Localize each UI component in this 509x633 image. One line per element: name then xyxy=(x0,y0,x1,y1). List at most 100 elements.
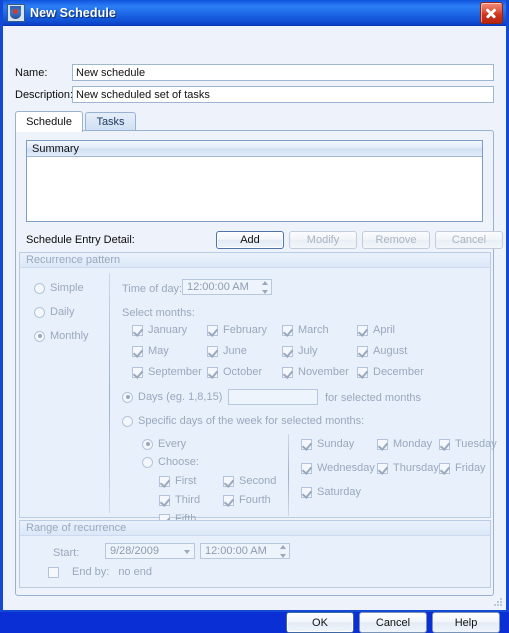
ok-button[interactable]: OK xyxy=(286,612,354,633)
ordinal-checkbox-first[interactable]: First xyxy=(159,475,196,487)
ordinal-checkbox-third[interactable]: Third xyxy=(159,494,200,506)
days-suffix-label: for selected months xyxy=(325,392,421,404)
weekday-checkbox-saturday[interactable]: Saturday xyxy=(301,486,361,498)
every-radio-option[interactable]: Every xyxy=(142,438,186,450)
checkbox-first-icon xyxy=(159,475,170,487)
pattern-radio-simple[interactable]: Simple xyxy=(34,282,84,294)
checkbox-wednesday-icon xyxy=(301,462,312,474)
checkbox-fourth-icon xyxy=(223,494,234,506)
weekday-checkbox-thursday[interactable]: Thursday xyxy=(377,462,439,474)
checkbox-thursday-icon xyxy=(377,462,388,474)
app-shield-icon xyxy=(7,3,25,22)
month-checkbox-october[interactable]: October xyxy=(207,366,262,378)
start-time-value: 12:00:00 AM xyxy=(205,545,267,557)
weekday-checkbox-sunday[interactable]: Sunday xyxy=(301,438,354,450)
choose-label: Choose: xyxy=(158,456,199,468)
month-checkbox-december[interactable]: December xyxy=(357,366,424,378)
month-july-label: July xyxy=(298,345,318,357)
start-time-spinner[interactable] xyxy=(277,545,288,558)
title-bar[interactable]: New Schedule xyxy=(3,0,506,26)
start-label: Start: xyxy=(53,547,80,559)
specific-days-radio-option[interactable]: Specific days of the week for selected m… xyxy=(122,415,364,427)
weekday-checkbox-tuesday[interactable]: Tuesday xyxy=(439,438,497,450)
month-checkbox-april[interactable]: April xyxy=(357,324,395,336)
time-of-day-label: Time of day: xyxy=(122,283,183,295)
pattern-radio-daily[interactable]: Daily xyxy=(34,306,74,318)
month-checkbox-february[interactable]: February xyxy=(207,324,267,336)
choose-radio-option[interactable]: Choose: xyxy=(142,456,199,468)
description-row: Description: xyxy=(15,86,494,103)
checkbox-february-icon xyxy=(207,324,218,336)
summary-column-header[interactable]: Summary xyxy=(27,141,482,157)
ordinal-checkbox-second[interactable]: Second xyxy=(223,475,276,487)
description-input[interactable] xyxy=(72,86,494,103)
checkbox-saturday-icon xyxy=(301,486,312,498)
time-of-day-spinner[interactable] xyxy=(259,281,270,294)
panel-divider-left xyxy=(109,273,110,513)
month-december-label: December xyxy=(373,366,424,378)
radio-every-icon xyxy=(142,438,153,450)
window-title: New Schedule xyxy=(30,5,116,20)
month-january-label: January xyxy=(148,324,188,336)
start-time-spinner-input[interactable]: 12:00:00 AM xyxy=(200,543,290,559)
month-checkbox-january[interactable]: January xyxy=(132,324,187,336)
month-february-label: February xyxy=(223,324,268,336)
radio-days-icon xyxy=(122,391,133,403)
month-checkbox-july[interactable]: July xyxy=(282,345,318,357)
month-october-label: October xyxy=(223,366,263,378)
weekday-checkbox-wednesday[interactable]: Wednesday xyxy=(301,462,375,474)
recurrence-pattern-title: Recurrence pattern xyxy=(26,254,121,266)
month-checkbox-march[interactable]: March xyxy=(282,324,329,336)
ordinal-first-label: First xyxy=(175,475,197,487)
tab-tasks[interactable]: Tasks xyxy=(85,112,136,131)
range-of-recurrence-header: Range of recurrence xyxy=(20,521,490,536)
name-input[interactable] xyxy=(72,64,494,81)
ordinal-checkbox-fourth[interactable]: Fourth xyxy=(223,494,271,506)
cancel-entry-button: Cancel xyxy=(435,231,503,249)
ordinal-second-label: Second xyxy=(239,475,277,487)
month-august-label: August xyxy=(373,345,408,357)
month-november-label: November xyxy=(298,366,349,378)
new-schedule-dialog: New Schedule Name: Description: Schedule… xyxy=(0,0,509,633)
checkbox-august-icon xyxy=(357,345,368,357)
month-march-label: March xyxy=(298,324,329,336)
days-option-label: Days (eg. 1,8,15) xyxy=(138,391,223,403)
checkbox-november-icon xyxy=(282,366,293,378)
pattern-radio-monthly[interactable]: Monthly xyxy=(34,330,89,342)
end-by-checkbox[interactable]: End by: no end xyxy=(48,566,152,578)
month-september-label: September xyxy=(148,366,202,378)
add-button[interactable]: Add xyxy=(216,231,284,249)
checkbox-second-icon xyxy=(223,475,234,487)
month-checkbox-september[interactable]: September xyxy=(132,366,202,378)
days-input[interactable] xyxy=(228,389,318,405)
recurrence-pattern-header: Recurrence pattern xyxy=(20,253,490,268)
pattern-daily-label: Daily xyxy=(50,306,75,318)
summary-listbox[interactable]: Summary xyxy=(26,140,483,222)
radio-specific-days-icon xyxy=(122,415,133,427)
help-button[interactable]: Help xyxy=(432,612,500,633)
checkbox-may-icon xyxy=(132,345,143,357)
time-of-day-value: 12:00:00 AM xyxy=(187,281,249,293)
weekday-checkbox-monday[interactable]: Monday xyxy=(377,438,432,450)
chevron-down-icon[interactable] xyxy=(184,550,190,554)
month-checkbox-november[interactable]: November xyxy=(282,366,349,378)
days-radio-option[interactable]: Days (eg. 1,8,15) xyxy=(122,391,222,403)
cancel-button-label: Cancel xyxy=(375,616,411,629)
month-checkbox-august[interactable]: August xyxy=(357,345,407,357)
checkbox-monday-icon xyxy=(377,438,388,450)
close-icon[interactable] xyxy=(480,2,503,24)
name-row: Name: xyxy=(15,64,494,81)
description-label: Description: xyxy=(15,88,74,101)
month-checkbox-june[interactable]: June xyxy=(207,345,247,357)
month-checkbox-may[interactable]: May xyxy=(132,345,169,357)
weekday-checkbox-friday[interactable]: Friday xyxy=(439,462,486,474)
month-june-label: June xyxy=(223,345,247,357)
tab-schedule[interactable]: Schedule xyxy=(15,111,83,132)
resize-grip[interactable] xyxy=(492,596,504,608)
cancel-button[interactable]: Cancel xyxy=(359,612,427,633)
time-of-day-input[interactable]: 12:00:00 AM xyxy=(182,279,272,295)
end-by-label: End by: xyxy=(72,566,110,578)
start-date-combobox[interactable]: 9/28/2009 xyxy=(105,543,195,559)
checkbox-tuesday-icon xyxy=(439,438,450,450)
month-may-label: May xyxy=(148,345,169,357)
